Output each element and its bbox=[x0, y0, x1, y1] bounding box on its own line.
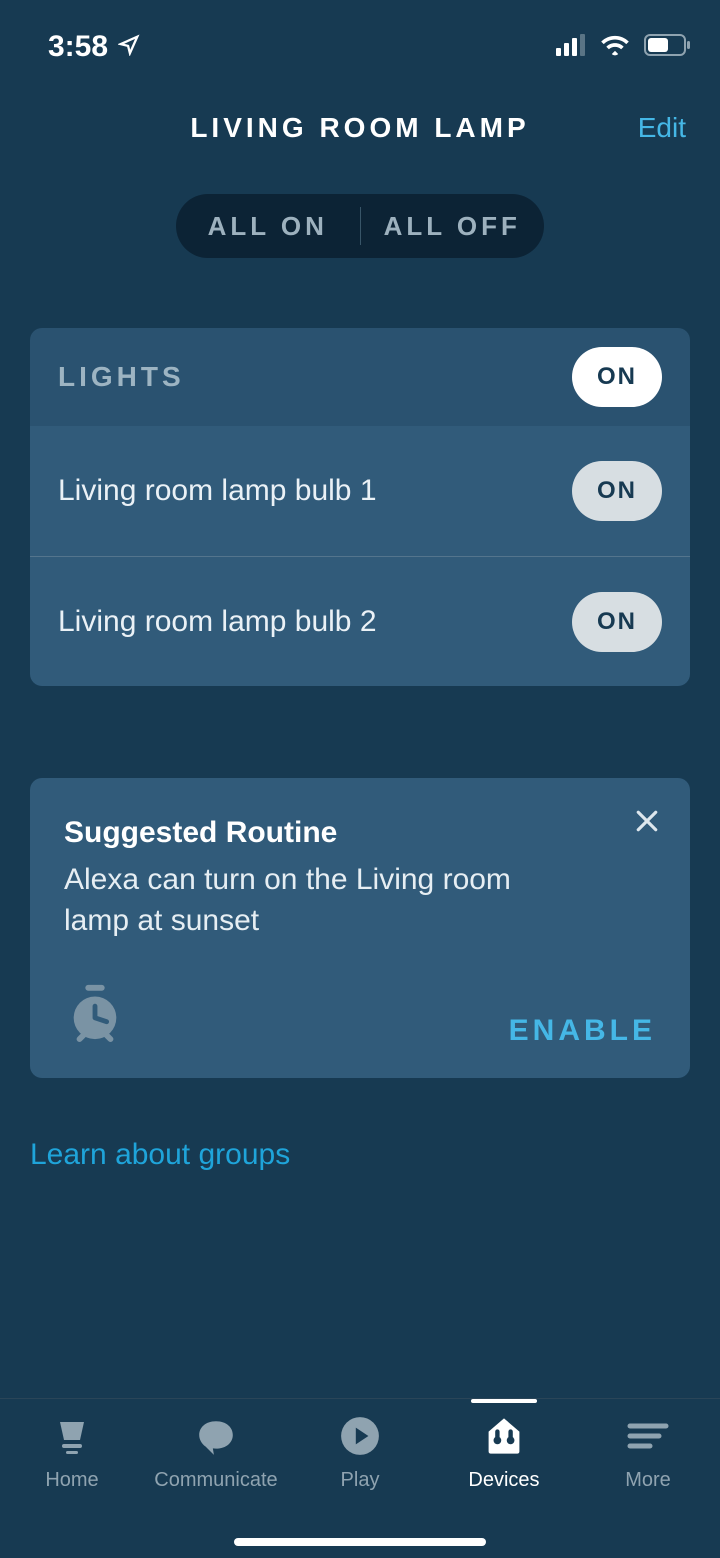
tab-more[interactable]: More bbox=[576, 1413, 720, 1558]
tab-label: Communicate bbox=[154, 1469, 277, 1492]
suggested-routine-card: Suggested Routine Alexa can turn on the … bbox=[30, 778, 690, 1078]
edit-button[interactable]: Edit bbox=[638, 112, 686, 144]
tab-label: More bbox=[625, 1469, 671, 1492]
light-label: Living room lamp bulb 2 bbox=[58, 605, 377, 639]
status-bar: 3:58 bbox=[0, 0, 720, 72]
cellular-icon bbox=[556, 30, 586, 64]
tab-play[interactable]: Play bbox=[288, 1413, 432, 1558]
lights-card: LIGHTS ON Living room lamp bulb 1 ON Liv… bbox=[30, 328, 690, 686]
tab-communicate[interactable]: Communicate bbox=[144, 1413, 288, 1558]
light-toggle[interactable]: ON bbox=[572, 461, 662, 521]
tab-devices[interactable]: Devices bbox=[432, 1413, 576, 1558]
screen-header: LIVING ROOM LAMP Edit bbox=[0, 112, 720, 144]
tab-label: Home bbox=[45, 1469, 98, 1492]
light-label: Living room lamp bulb 1 bbox=[58, 474, 377, 508]
tab-label: Play bbox=[341, 1469, 380, 1492]
home-icon bbox=[52, 1413, 92, 1459]
alarm-clock-icon bbox=[64, 981, 126, 1048]
page-title: LIVING ROOM LAMP bbox=[0, 112, 720, 144]
all-toggle-segment: ALL ON ALL OFF bbox=[176, 194, 544, 258]
routine-title: Suggested Routine bbox=[64, 816, 656, 850]
location-icon bbox=[118, 30, 140, 64]
status-time: 3:58 bbox=[48, 30, 108, 64]
wifi-icon bbox=[600, 30, 630, 64]
all-off-button[interactable]: ALL OFF bbox=[361, 211, 545, 242]
lights-header: LIGHTS ON bbox=[30, 328, 690, 426]
light-row[interactable]: Living room lamp bulb 1 ON bbox=[30, 426, 690, 556]
lights-header-label: LIGHTS bbox=[58, 361, 185, 393]
speech-bubble-icon bbox=[195, 1413, 237, 1459]
battery-icon bbox=[644, 30, 690, 64]
learn-about-groups-link[interactable]: Learn about groups bbox=[30, 1138, 690, 1172]
lights-master-toggle[interactable]: ON bbox=[572, 347, 662, 407]
home-indicator bbox=[234, 1538, 486, 1546]
light-toggle[interactable]: ON bbox=[572, 592, 662, 652]
enable-routine-button[interactable]: ENABLE bbox=[509, 1014, 656, 1048]
light-row[interactable]: Living room lamp bulb 2 ON bbox=[30, 556, 690, 686]
routine-description: Alexa can turn on the Living room lamp a… bbox=[64, 860, 584, 941]
tab-home[interactable]: Home bbox=[0, 1413, 144, 1558]
tab-bar: Home Communicate Play Devices bbox=[0, 1398, 720, 1558]
all-on-button[interactable]: ALL ON bbox=[176, 211, 360, 242]
tab-label: Devices bbox=[468, 1469, 539, 1492]
more-icon bbox=[626, 1413, 670, 1459]
play-icon bbox=[339, 1413, 381, 1459]
devices-icon bbox=[482, 1413, 526, 1459]
close-icon[interactable] bbox=[632, 806, 662, 841]
